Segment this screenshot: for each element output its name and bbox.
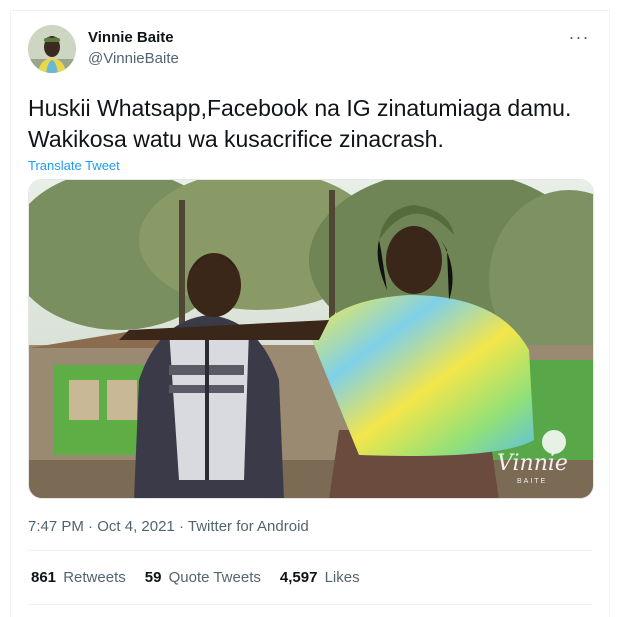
likes-count: 4,597 [279,569,318,586]
avatar-image [28,25,76,73]
retweets-label: Retweets [63,569,126,586]
watermark-logo-icon [542,430,566,454]
separator-dot: · [88,518,94,535]
retweets-stat[interactable]: 861 Retweets [31,569,126,586]
separator-dot: · [178,518,184,535]
retweets-count: 861 [31,569,57,586]
quote-tweets-count: 59 [144,569,162,586]
tweet-date[interactable]: Oct 4, 2021 [97,518,175,535]
author-handle[interactable]: @VinnieBaite [88,50,179,67]
translate-tweet-link[interactable]: Translate Tweet [28,158,120,173]
tweet-card: Vinnie Baite @VinnieBaite ··· Huskii Wha… [10,10,610,617]
likes-stat[interactable]: 4,597 Likes [280,569,360,586]
watermark-text: Vinnie [497,451,568,476]
author-avatar[interactable] [28,25,76,73]
tweet-time[interactable]: 7:47 PM [28,518,84,535]
tweet-text: Huskii Whatsapp,Facebook na IG zinatumia… [28,93,598,155]
author-name[interactable]: Vinnie Baite [88,29,174,46]
tweet-media-photo[interactable]: Vinnie BAITE [28,179,594,499]
divider [28,604,592,605]
tweet-line-2: Wakikosa watu wa kusacrifice zinacrash. [28,126,444,152]
quote-tweets-stat[interactable]: 59 Quote Tweets [145,569,261,586]
likes-label: Likes [324,569,360,586]
watermark-subtext: BAITE [517,478,547,485]
tweet-line-1: Huskii Whatsapp,Facebook na IG zinatumia… [28,95,572,121]
photo-illustration: Vinnie BAITE [29,180,593,498]
divider [28,550,592,551]
tweet-source[interactable]: Twitter for Android [188,518,309,535]
more-options-icon[interactable]: ··· [567,27,591,47]
tweet-timestamp: 7:47 PM · Oct 4, 2021 · Twitter for Andr… [28,518,309,535]
quote-tweets-label: Quote Tweets [168,569,261,586]
tweet-stats: 861 Retweets 59 Quote Tweets 4,597 Likes [31,569,379,586]
